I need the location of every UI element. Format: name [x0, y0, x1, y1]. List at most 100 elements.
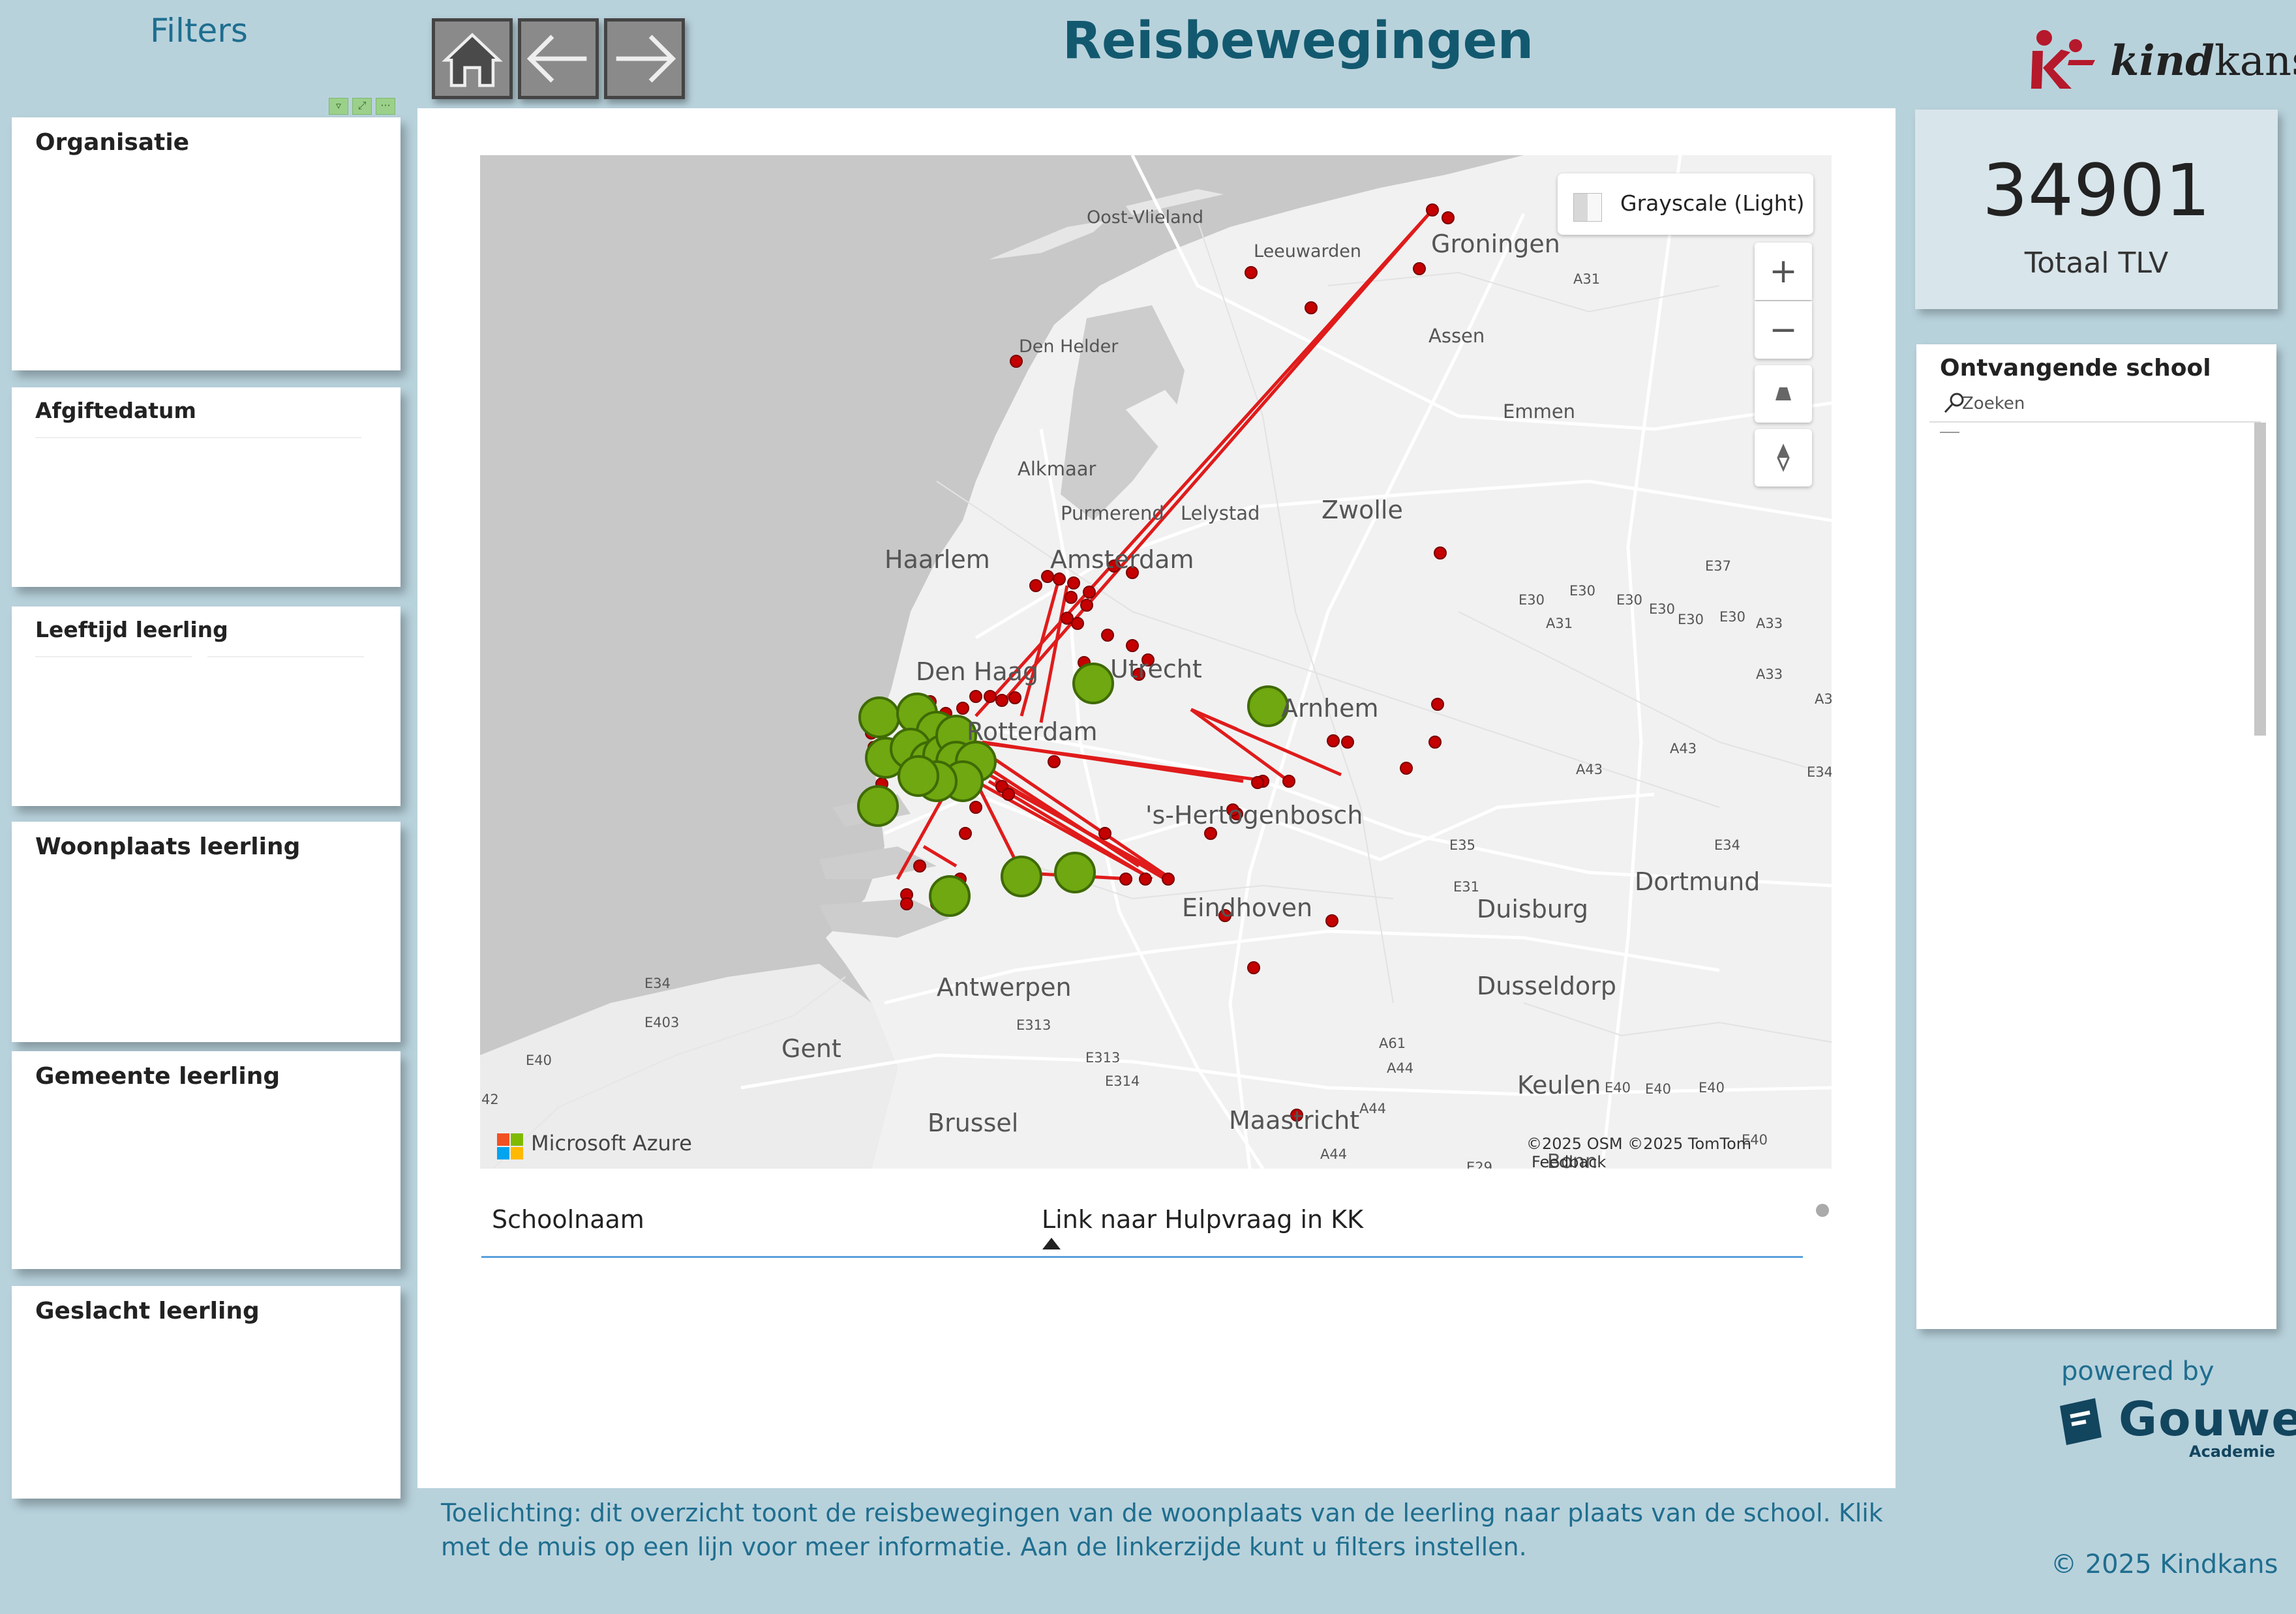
place-label: Leeuwarden: [1254, 241, 1362, 262]
origin-marker[interactable]: [1098, 827, 1111, 840]
road-label: E30: [1616, 592, 1642, 608]
origin-marker[interactable]: [1139, 873, 1152, 886]
feedback-link[interactable]: Feedback: [1532, 1153, 1606, 1169]
school-marker[interactable]: [858, 696, 900, 738]
slicer-ontvangende-school[interactable]: Ontvangende school Zoeken: [1916, 344, 2276, 1329]
school-marker[interactable]: [1054, 852, 1096, 893]
origin-marker[interactable]: [1002, 788, 1015, 801]
travel-map[interactable]: Groningen Leeuwarden Oost-Vlieland Den H…: [480, 155, 1832, 1169]
slicer-gemeente[interactable]: Gemeente leerling: [12, 1051, 400, 1269]
road-label: E35: [1449, 837, 1475, 853]
origin-marker[interactable]: [1282, 775, 1295, 788]
origin-marker[interactable]: [1426, 203, 1439, 217]
origin-marker[interactable]: [1101, 629, 1114, 642]
kpi-value: 34901: [1982, 149, 2211, 232]
origin-marker[interactable]: [1305, 301, 1318, 314]
origin-marker[interactable]: [1067, 576, 1080, 590]
origin-marker[interactable]: [1325, 914, 1338, 927]
gouwe-logo-icon: [2060, 1398, 2102, 1445]
back-button[interactable]: [518, 18, 599, 99]
origin-marker[interactable]: [969, 690, 982, 703]
origin-marker[interactable]: [984, 690, 997, 703]
origin-marker[interactable]: [1434, 546, 1447, 560]
school-marker[interactable]: [857, 785, 899, 827]
origin-marker[interactable]: [1442, 211, 1455, 224]
place-label: 's-Hertogenbosch: [1145, 801, 1363, 829]
origin-marker[interactable]: [1119, 873, 1132, 886]
range-input-max[interactable]: [207, 656, 364, 657]
kpi-label: Totaal TLV: [2024, 247, 2169, 280]
map-style-swatch-icon: [1573, 193, 1602, 222]
origin-marker[interactable]: [1413, 262, 1426, 275]
origin-marker[interactable]: [1431, 698, 1444, 711]
origin-marker[interactable]: [1428, 736, 1442, 749]
column-header-schoolnaam[interactable]: Schoolnaam: [492, 1205, 644, 1234]
origin-marker[interactable]: [1065, 591, 1078, 604]
focus-mode-icon[interactable]: ⤢: [352, 98, 372, 115]
road-label: E313: [1085, 1050, 1121, 1066]
origin-marker[interactable]: [995, 694, 1008, 707]
divider: [35, 437, 361, 438]
slicer-leeftijd[interactable]: Leeftijd leerling: [12, 606, 400, 806]
home-button[interactable]: [432, 18, 513, 99]
school-marker[interactable]: [1001, 856, 1042, 897]
origin-marker[interactable]: [969, 801, 982, 814]
road-label: E34: [1807, 764, 1832, 780]
slicer-title: Leeftijd leerling: [35, 617, 228, 642]
forward-button[interactable]: [604, 18, 685, 99]
road-label: E34: [644, 976, 671, 991]
arrow-right-icon: [616, 35, 676, 83]
slicer-geslacht[interactable]: Geslacht leerling: [12, 1286, 400, 1499]
zoom-in-button[interactable]: +: [1755, 243, 1812, 300]
scroll-indicator[interactable]: [1816, 1204, 1829, 1217]
origin-marker[interactable]: [1080, 599, 1093, 612]
road-label: E31: [1453, 879, 1479, 895]
origin-marker[interactable]: [956, 702, 969, 715]
origin-marker[interactable]: [1083, 586, 1096, 599]
slicer-afgiftedatum[interactable]: Afgiftedatum: [12, 387, 400, 587]
pitch-button[interactable]: [1755, 365, 1812, 423]
school-marker[interactable]: [929, 875, 971, 917]
origin-marker[interactable]: [1400, 762, 1413, 775]
slicer-woonplaats[interactable]: Woonplaats leerling: [12, 822, 400, 1042]
range-input-min[interactable]: [35, 656, 192, 657]
more-options-icon[interactable]: ···: [376, 98, 395, 115]
origin-marker[interactable]: [959, 827, 972, 840]
filters-title: Filters: [150, 12, 248, 50]
origin-marker[interactable]: [1053, 573, 1066, 586]
origin-marker[interactable]: [1247, 961, 1260, 974]
place-label: Groningen: [1431, 230, 1560, 258]
origin-marker[interactable]: [1071, 617, 1084, 630]
origin-marker[interactable]: [1245, 266, 1258, 279]
origin-marker[interactable]: [1251, 776, 1264, 789]
origin-marker[interactable]: [1162, 873, 1175, 886]
scrollbar[interactable]: [2254, 423, 2266, 736]
origin-marker[interactable]: [1048, 755, 1061, 768]
origin-marker[interactable]: [1010, 355, 1023, 368]
filter-icon[interactable]: ▿: [329, 98, 348, 115]
sort-ascending-icon[interactable]: [1042, 1238, 1061, 1249]
origin-marker[interactable]: [1341, 736, 1354, 749]
slicer-organisatie[interactable]: Organisatie: [12, 117, 400, 370]
column-header-link[interactable]: Link naar Hulpvraag in KK: [1042, 1205, 1363, 1234]
origin-marker[interactable]: [1327, 734, 1340, 747]
road-label: E30: [1649, 601, 1675, 617]
arrow-left-icon: [526, 35, 587, 83]
school-marker[interactable]: [1072, 663, 1114, 704]
place-label: Emmen: [1503, 400, 1576, 423]
map-style-picker[interactable]: Grayscale (Light): [1558, 173, 1813, 235]
road-label: E40: [526, 1053, 552, 1068]
origin-marker[interactable]: [1008, 691, 1021, 704]
compass-button[interactable]: [1755, 429, 1812, 486]
search-input[interactable]: Zoeken: [1962, 394, 2025, 413]
origin-marker[interactable]: [1126, 639, 1139, 652]
road-label: A31: [1573, 271, 1601, 287]
road-label: A43: [1576, 762, 1603, 777]
origin-marker[interactable]: [913, 859, 926, 873]
origin-marker[interactable]: [900, 897, 913, 910]
list-item[interactable]: [1940, 432, 1959, 433]
map-style-label: Grayscale (Light): [1620, 190, 1805, 216]
school-marker[interactable]: [898, 755, 939, 797]
zoom-out-button[interactable]: −: [1755, 301, 1812, 359]
origin-marker[interactable]: [1029, 579, 1042, 592]
